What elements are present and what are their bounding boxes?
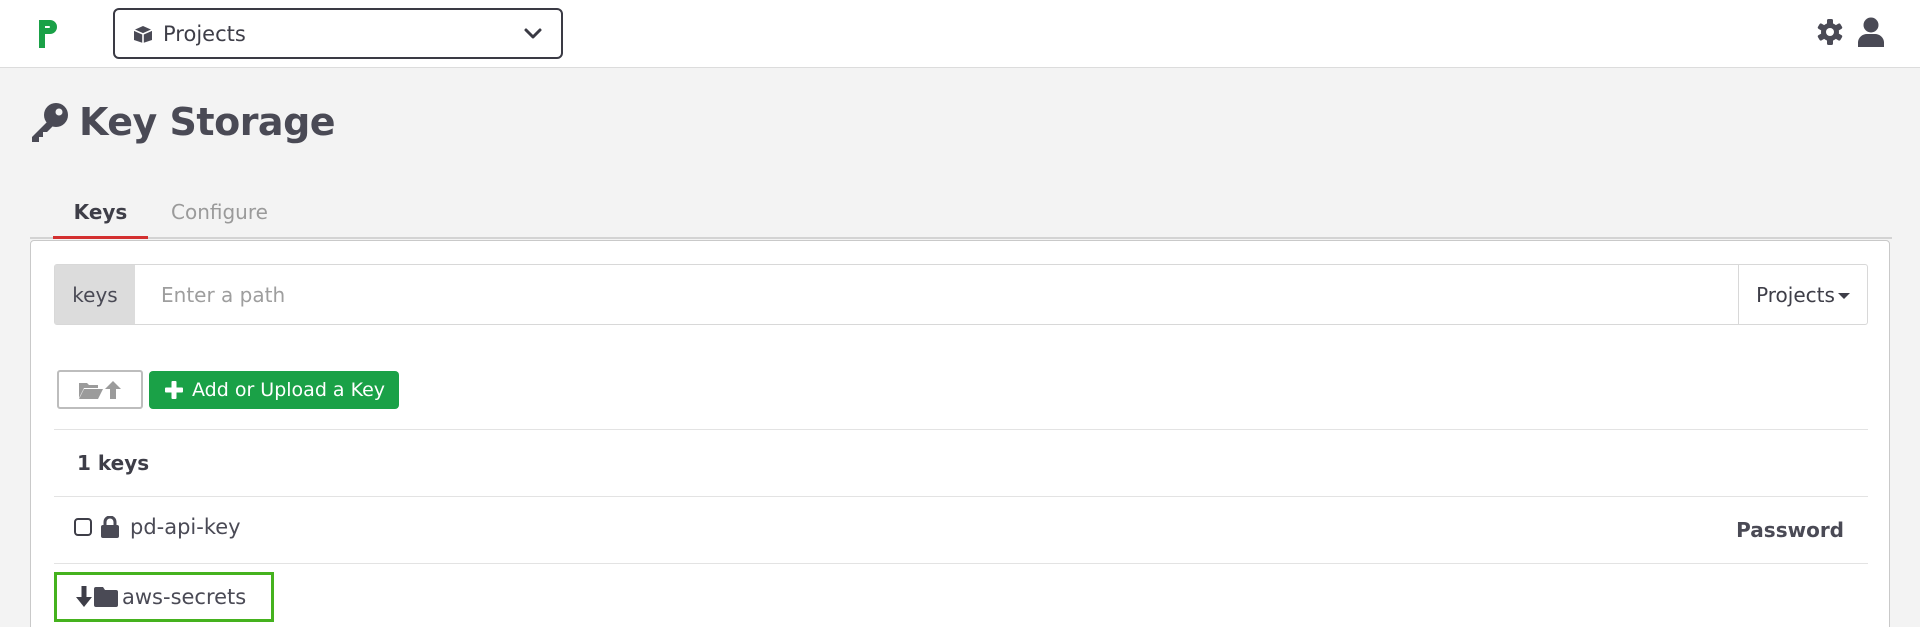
caret-down-icon <box>1837 292 1850 299</box>
app-logo-icon[interactable] <box>36 18 60 50</box>
page-title: Key Storage <box>79 100 336 144</box>
up-directory-button[interactable] <box>57 370 143 409</box>
path-input[interactable] <box>135 265 1739 324</box>
add-upload-key-label: Add or Upload a Key <box>192 379 386 401</box>
key-storage-panel: keys Projects Add or Upload a Key 1 keys… <box>30 240 1890 627</box>
gear-icon[interactable] <box>1816 17 1844 47</box>
divider <box>54 429 1868 430</box>
folder-open-up-icon <box>79 380 121 399</box>
keys-count: 1 keys <box>77 451 150 475</box>
key-type-label: Password <box>1736 518 1844 542</box>
cube-icon <box>133 25 153 43</box>
divider <box>54 496 1868 497</box>
folder-name: aws-secrets <box>122 585 247 609</box>
tab-configure[interactable]: Configure <box>171 200 268 239</box>
path-prefix-label: keys <box>55 265 135 324</box>
chevron-down-icon <box>524 28 542 39</box>
arrow-down-icon <box>76 586 92 607</box>
top-navbar: Projects <box>0 0 1920 68</box>
key-select-checkbox[interactable] <box>74 518 92 536</box>
tab-keys[interactable]: Keys <box>53 200 148 239</box>
path-input-group: keys Projects <box>54 264 1868 325</box>
key-icon <box>32 103 68 142</box>
plus-icon <box>165 381 183 399</box>
key-name: pd-api-key <box>130 515 241 539</box>
user-icon[interactable] <box>1858 17 1884 47</box>
page-header: Key Storage <box>29 100 336 144</box>
folder-row-aws-secrets[interactable]: aws-secrets <box>54 572 274 622</box>
path-projects-dropdown[interactable]: Projects <box>1738 265 1867 324</box>
project-selector-label: Projects <box>163 21 246 46</box>
path-projects-dropdown-label: Projects <box>1756 282 1835 307</box>
key-row-pd-api-key[interactable]: pd-api-key <box>74 515 241 539</box>
tab-bar: Keys Configure <box>30 190 1892 239</box>
add-upload-key-button[interactable]: Add or Upload a Key <box>149 371 399 409</box>
divider <box>54 563 1868 564</box>
project-selector[interactable]: Projects <box>113 8 563 59</box>
folder-icon <box>94 587 118 607</box>
lock-icon <box>101 516 119 538</box>
